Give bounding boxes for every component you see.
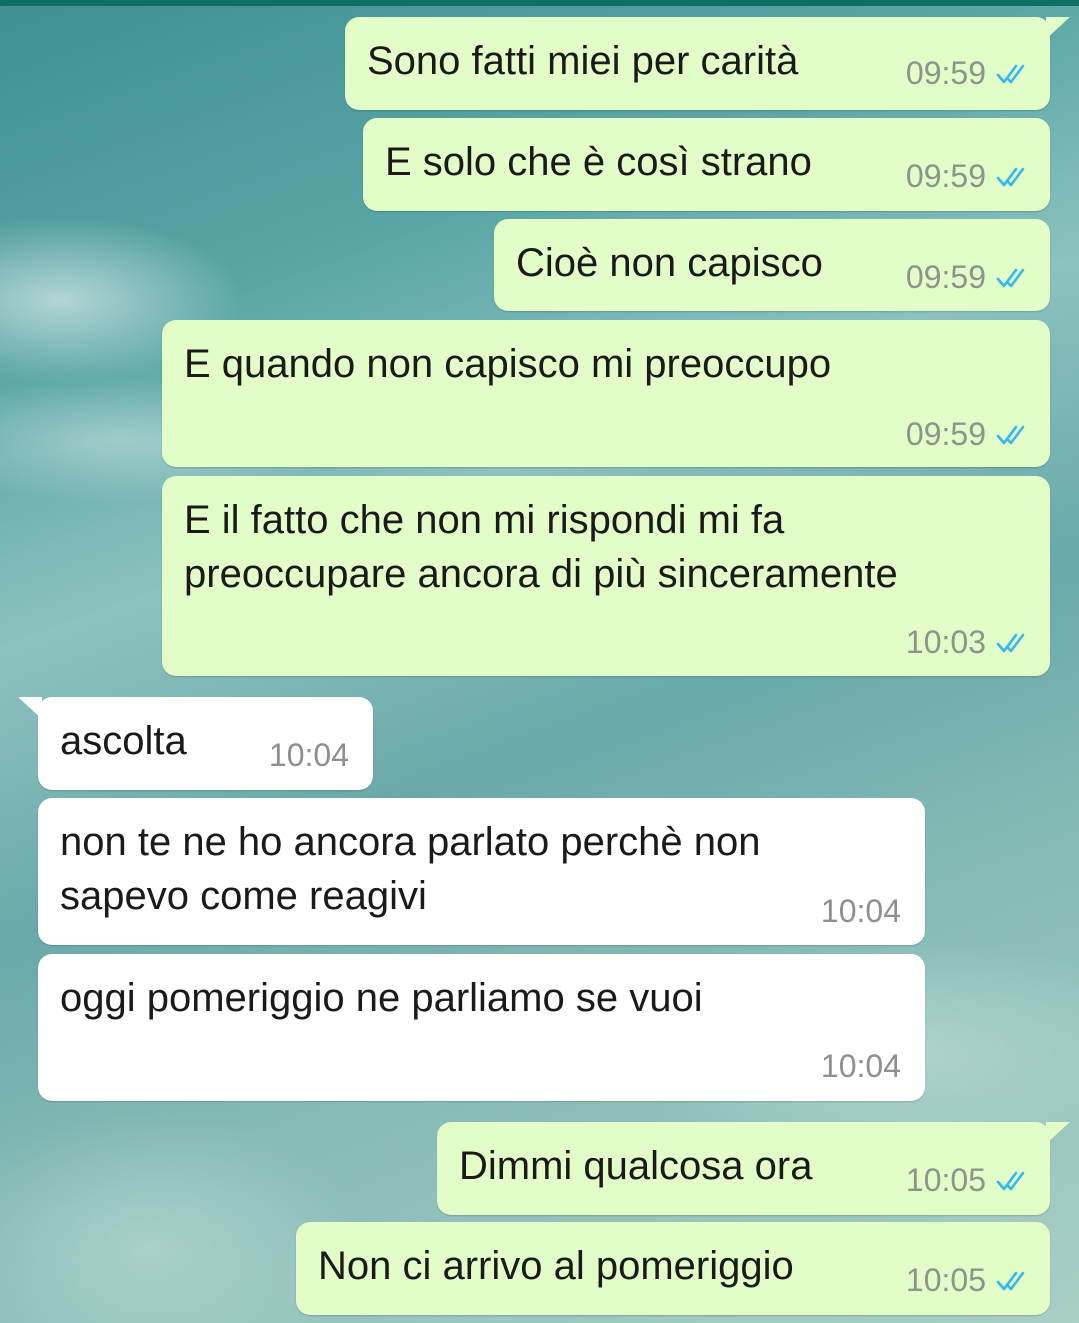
- message-time: 10:05: [905, 1262, 986, 1298]
- message-text: Sono fatti miei per carità: [367, 39, 799, 83]
- message-text: E quando non capisco mi preoccupo: [184, 342, 832, 386]
- message-text: Dimmi qualcosa ora: [459, 1144, 813, 1188]
- message-time: 09:59: [905, 416, 986, 452]
- message-time: 10:04: [820, 1048, 901, 1084]
- message-time: 09:59: [905, 55, 986, 91]
- message-bubble-incoming[interactable]: non te ne ho ancora parlato perchè non s…: [38, 798, 925, 945]
- message-time: 09:59: [905, 259, 986, 295]
- message-bubble-outgoing[interactable]: E quando non capisco mi preoccupo 09:59: [162, 320, 1050, 467]
- message-bubble-outgoing[interactable]: E il fatto che non mi rispondi mi fa pre…: [162, 476, 1050, 676]
- message-time: 10:03: [905, 624, 986, 660]
- message-text: oggi pomeriggio ne parliamo se vuoi: [60, 976, 703, 1020]
- message-bubble-outgoing[interactable]: Cioè non capisco 09:59: [494, 219, 1050, 311]
- double-check-icon: [996, 632, 1030, 654]
- message-text: Cioè non capisco: [516, 241, 823, 285]
- message-text-line: sapevo come reagivi: [60, 874, 427, 918]
- message-bubble-outgoing[interactable]: Sono fatti miei per carità 09:59: [345, 17, 1070, 110]
- message-text-line: non te ne ho ancora parlato perchè non: [60, 820, 761, 864]
- message-time: 10:04: [820, 893, 901, 929]
- message-time: 10:04: [268, 737, 349, 773]
- message-text-line: preoccupare ancora di più sinceramente: [184, 552, 898, 596]
- message-bubble-outgoing[interactable]: Dimmi qualcosa ora 10:05: [437, 1122, 1070, 1215]
- message-bubble-incoming[interactable]: ascolta 10:04: [18, 697, 373, 790]
- double-check-icon: [996, 166, 1030, 188]
- message-text: ascolta: [60, 719, 187, 763]
- message-bubble-incoming[interactable]: oggi pomeriggio ne parliamo se vuoi 10:0…: [38, 954, 925, 1101]
- message-text-line: E il fatto che non mi rispondi mi fa: [184, 498, 785, 542]
- double-check-icon: [996, 267, 1030, 289]
- message-text: E solo che è così strano: [385, 140, 812, 184]
- message-text: Non ci arrivo al pomeriggio: [318, 1244, 794, 1288]
- message-time: 10:05: [905, 1162, 986, 1198]
- double-check-icon: [996, 1170, 1030, 1192]
- double-check-icon: [996, 1270, 1030, 1292]
- double-check-icon: [996, 63, 1030, 85]
- top-bar-edge: [0, 0, 1079, 6]
- message-bubble-outgoing[interactable]: Non ci arrivo al pomeriggio 10:05: [296, 1222, 1050, 1315]
- message-bubble-outgoing[interactable]: E solo che è così strano 09:59: [363, 118, 1050, 211]
- message-time: 09:59: [905, 158, 986, 194]
- double-check-icon: [996, 424, 1030, 446]
